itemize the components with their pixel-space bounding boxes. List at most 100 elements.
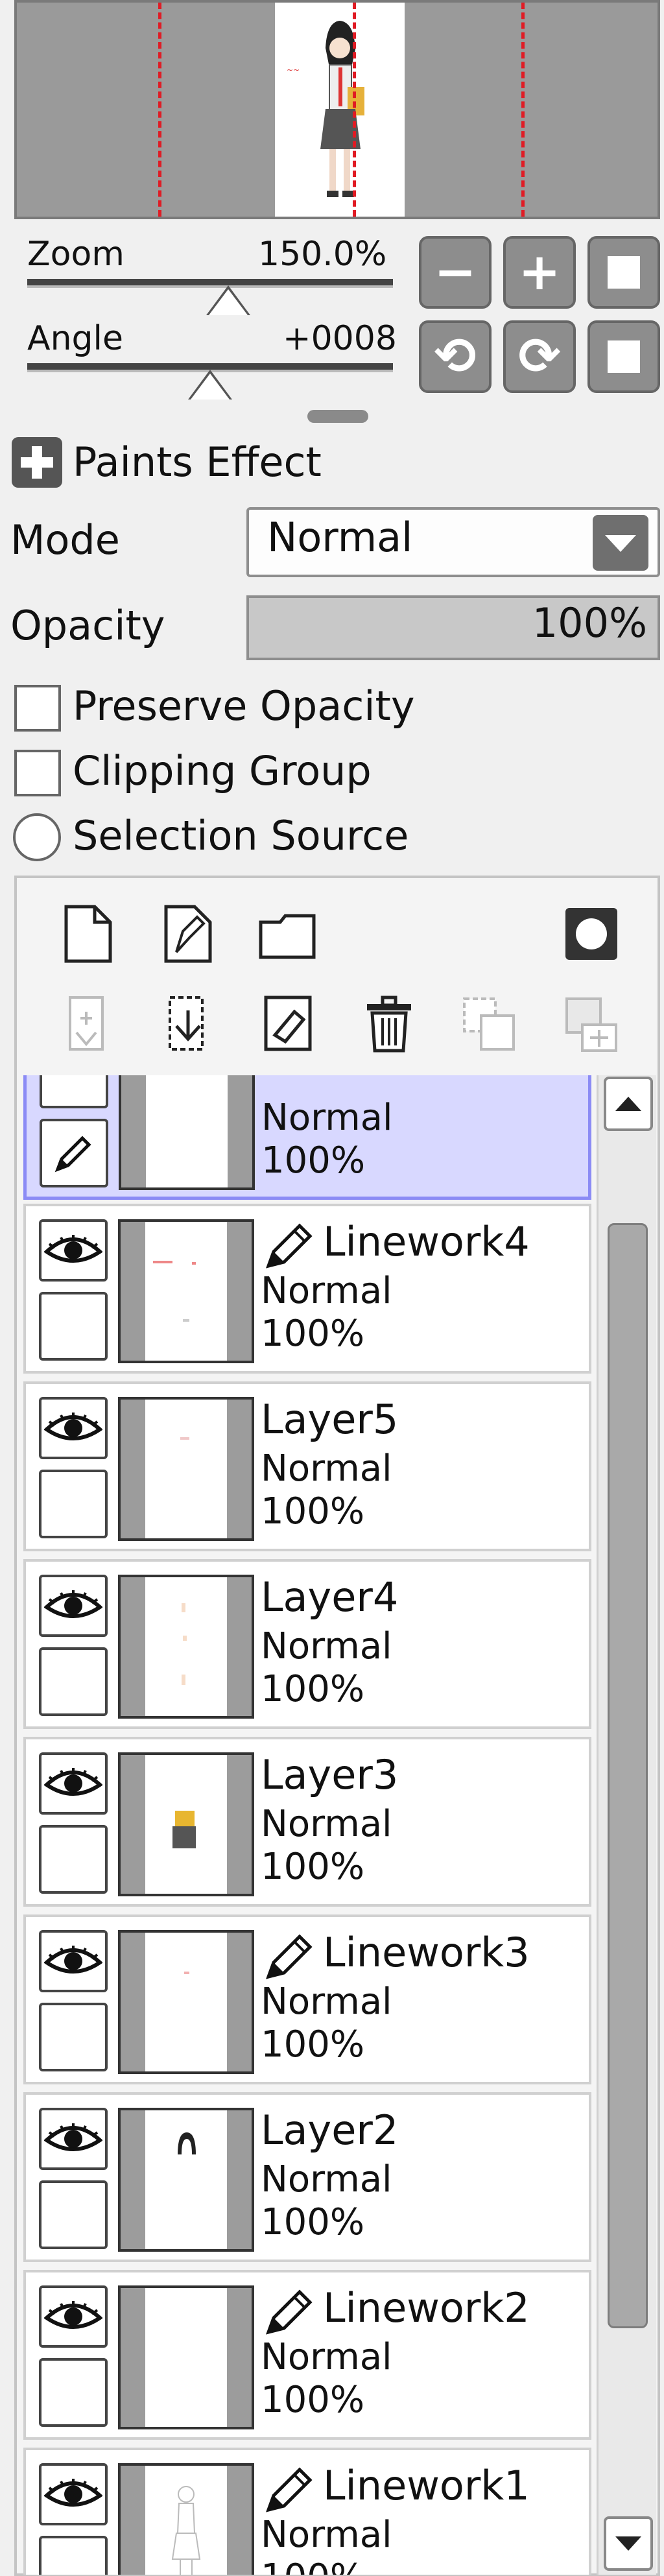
layer-row[interactable]: Linework1 Normal 100% bbox=[23, 2448, 591, 2575]
clipping-group-checkbox[interactable] bbox=[14, 750, 61, 796]
layer-row[interactable]: Layer4 Normal 100% bbox=[23, 1559, 591, 1729]
scrollbar-thumb[interactable] bbox=[608, 1223, 648, 2328]
layer-thumbnail bbox=[118, 1752, 254, 1896]
rotate-left-button[interactable]: ⟲ bbox=[419, 320, 492, 393]
visibility-toggle[interactable] bbox=[39, 2285, 108, 2348]
square-icon bbox=[608, 340, 640, 373]
angle-value: +0008 bbox=[283, 319, 397, 358]
visibility-toggle[interactable] bbox=[39, 1575, 108, 1637]
layer-opacity: 100% bbox=[261, 2023, 365, 2066]
visibility-toggle[interactable] bbox=[39, 1219, 108, 1282]
paints-effect-label[interactable]: Paints Effect bbox=[73, 438, 322, 486]
merge-down-icon[interactable] bbox=[157, 992, 219, 1055]
layer-edit-indicator[interactable] bbox=[39, 1292, 108, 1361]
layer-row[interactable]: Linework2 Normal 100% bbox=[23, 2270, 591, 2440]
layer-opacity: 100% bbox=[261, 1139, 366, 1182]
layer-name: Layer4 bbox=[261, 1573, 399, 1621]
layer-thumbnail bbox=[118, 1219, 254, 1363]
zoom-slider-thumb-fill bbox=[209, 289, 248, 315]
clear-layer-icon[interactable] bbox=[257, 992, 319, 1055]
layer-opacity: 100% bbox=[261, 2201, 365, 2243]
visibility-toggle[interactable] bbox=[39, 1397, 108, 1459]
linework-pen-icon bbox=[266, 1223, 313, 1269]
layer-edit-indicator[interactable] bbox=[40, 1119, 108, 1187]
visibility-toggle[interactable] bbox=[39, 1752, 108, 1815]
layer-thumbnail bbox=[118, 1397, 254, 1541]
panel-resize-grip[interactable] bbox=[307, 410, 368, 423]
layer-edit-indicator[interactable] bbox=[39, 2180, 108, 2249]
layer-row[interactable]: Linework3 Normal 100% bbox=[23, 1914, 591, 2084]
plus-icon: + bbox=[518, 243, 561, 302]
layer-blend-mode: Normal bbox=[261, 1803, 392, 1845]
layer-row[interactable]: Layer2 Normal 100% bbox=[23, 2092, 591, 2262]
delete-layer-trash-icon[interactable] bbox=[358, 992, 420, 1055]
chevron-down-icon bbox=[615, 2536, 641, 2551]
layer-edit-indicator[interactable] bbox=[39, 1470, 108, 1538]
layer-opacity: 100% bbox=[261, 1668, 365, 1710]
selection-source-label[interactable]: Selection Source bbox=[73, 812, 409, 859]
new-folder-icon[interactable] bbox=[257, 903, 319, 965]
scroll-down-button[interactable] bbox=[604, 2516, 653, 2571]
eye-icon bbox=[44, 2123, 102, 2151]
linework-pen-icon bbox=[266, 2467, 313, 2512]
add-mask-icon bbox=[565, 997, 617, 1052]
visibility-toggle[interactable] bbox=[39, 2463, 108, 2525]
layer-opacity: 100% bbox=[261, 2379, 365, 2421]
visibility-toggle[interactable] bbox=[40, 1075, 108, 1108]
scroll-up-button[interactable] bbox=[604, 1077, 653, 1131]
layer-row[interactable]: Normal 100% bbox=[23, 1075, 591, 1200]
layer-blend-mode: Normal bbox=[261, 2158, 392, 2200]
mode-select-value: Normal bbox=[267, 514, 413, 561]
layer-edit-indicator[interactable] bbox=[39, 2003, 108, 2071]
layer-blend-mode: Normal bbox=[261, 1097, 393, 1139]
layer-edit-indicator[interactable] bbox=[39, 1647, 108, 1716]
eye-icon bbox=[44, 2301, 102, 2329]
zoom-in-button[interactable]: + bbox=[503, 236, 576, 309]
visibility-toggle[interactable] bbox=[39, 1930, 108, 1992]
layer-name: Linework2 bbox=[323, 2284, 530, 2332]
rotate-ccw-icon: ⟲ bbox=[434, 328, 477, 386]
minus-icon: − bbox=[434, 243, 477, 302]
eye-icon bbox=[44, 1235, 102, 1263]
layer-list[interactable]: Normal 100% Linework4 Normal 100% Layer5… bbox=[23, 1075, 591, 2575]
visibility-toggle[interactable] bbox=[39, 2108, 108, 2170]
svg-text:~~: ~~ bbox=[287, 66, 300, 75]
zoom-reset-button[interactable] bbox=[587, 236, 660, 309]
selection-source-radio[interactable] bbox=[13, 813, 61, 861]
layer-list-scrollbar[interactable] bbox=[597, 1075, 656, 2575]
guide-line-left bbox=[158, 3, 161, 217]
layer-blend-mode: Normal bbox=[261, 2514, 392, 2556]
layer-thumbnail bbox=[118, 2285, 254, 2429]
layer-edit-indicator[interactable] bbox=[39, 1825, 108, 1894]
rotate-right-button[interactable]: ⟳ bbox=[503, 320, 576, 393]
chevron-up-icon bbox=[615, 1097, 641, 1111]
layer-thumbnail bbox=[118, 2463, 254, 2575]
zoom-label: Zoom bbox=[27, 235, 124, 274]
navigator-preview[interactable]: ~~ bbox=[14, 0, 660, 219]
zoom-out-button[interactable]: − bbox=[419, 236, 492, 309]
new-layer-icon[interactable] bbox=[57, 903, 119, 965]
preserve-opacity-checkbox[interactable] bbox=[14, 685, 61, 732]
opacity-value: 100% bbox=[532, 599, 647, 647]
eye-icon bbox=[44, 1946, 102, 1974]
clipping-group-label[interactable]: Clipping Group bbox=[73, 747, 372, 794]
expand-plus-icon[interactable] bbox=[12, 437, 62, 488]
chevron-down-icon bbox=[605, 535, 636, 552]
new-linework-layer-icon[interactable] bbox=[157, 903, 219, 965]
layer-row[interactable]: Linework4 Normal 100% bbox=[23, 1204, 591, 1374]
layer-mask-icon[interactable] bbox=[560, 903, 622, 965]
preserve-opacity-label[interactable]: Preserve Opacity bbox=[73, 682, 415, 730]
square-icon bbox=[608, 256, 640, 289]
layer-blend-mode: Normal bbox=[261, 1270, 392, 1312]
angle-reset-button[interactable] bbox=[587, 320, 660, 393]
layer-name: Layer3 bbox=[261, 1751, 399, 1798]
layer-row[interactable]: Layer3 Normal 100% bbox=[23, 1737, 591, 1907]
layer-row[interactable]: Layer5 Normal 100% bbox=[23, 1381, 591, 1551]
guide-line-right bbox=[521, 3, 525, 217]
pencil-icon bbox=[54, 1136, 91, 1173]
layer-edit-indicator[interactable] bbox=[39, 2536, 108, 2575]
merge-visible-icon bbox=[463, 997, 515, 1051]
layer-edit-indicator[interactable] bbox=[39, 2358, 108, 2427]
layer-opacity: 100% bbox=[261, 2557, 364, 2575]
eye-icon bbox=[44, 1590, 102, 1618]
